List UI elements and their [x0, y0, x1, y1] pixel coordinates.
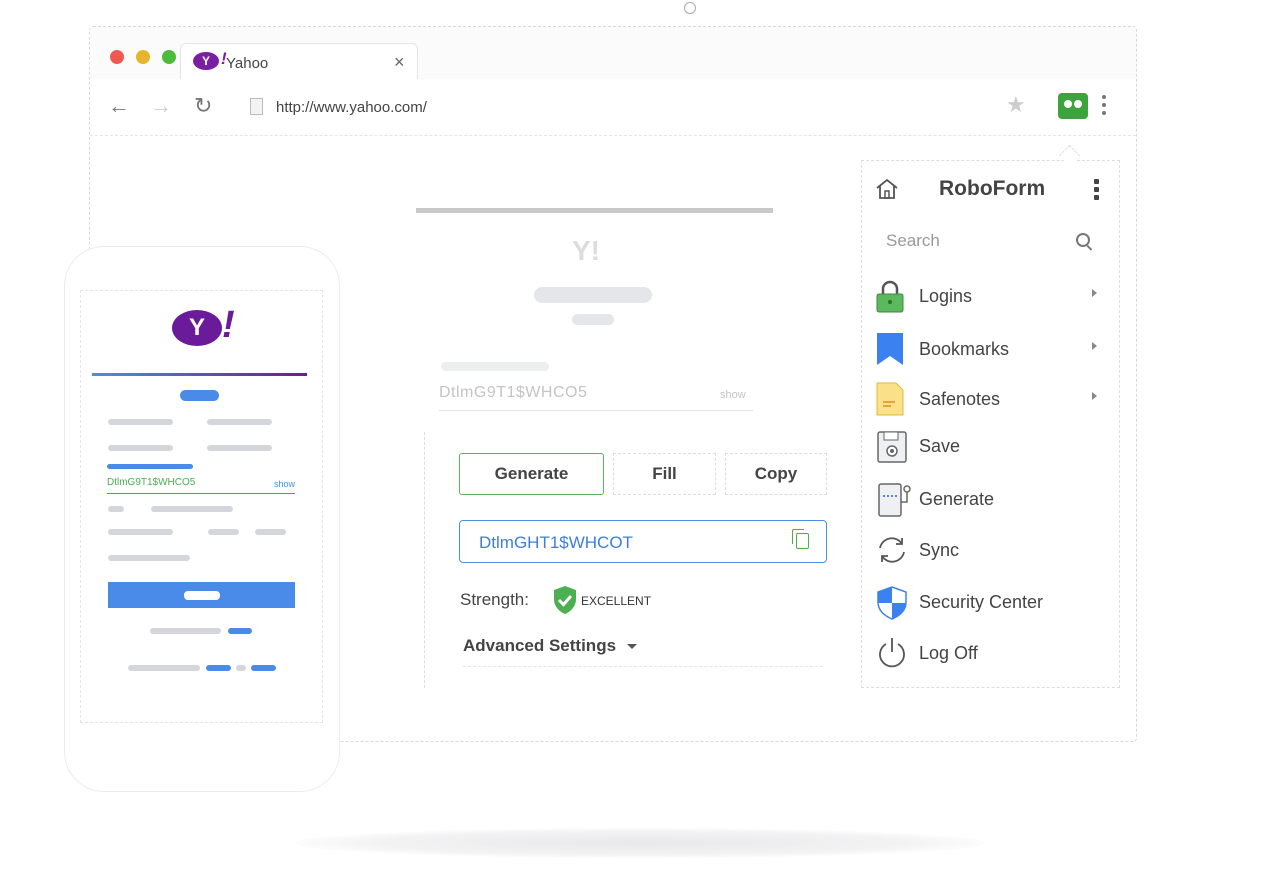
roboform-item-label: Sync [919, 540, 960, 560]
browser-toolbar: ← → ↻ http://www.yahoo.com/ ★ [90, 79, 1136, 136]
floor-shadow [295, 828, 985, 858]
copy-button[interactable]: Copy [725, 453, 827, 495]
bookmark-icon [877, 333, 903, 365]
address-bar[interactable]: http://www.yahoo.com/ [238, 89, 1028, 125]
phone-placeholder-line [207, 445, 272, 451]
chevron-right-icon [1092, 289, 1097, 297]
generated-password-field[interactable]: DtlmGHT1$WHCOT [459, 520, 827, 563]
roboform-item-safenotes[interactable]: Safenotes [875, 380, 1105, 420]
phone-placeholder-line [108, 555, 190, 561]
roboform-item-security-center[interactable]: Security Center [875, 583, 1105, 623]
roboform-search-input[interactable]: Search [886, 231, 940, 251]
padlock-icon [876, 280, 904, 313]
phone-field-underline [107, 493, 295, 494]
tab-close-icon[interactable]: × [394, 52, 405, 73]
floppy-disk-icon [877, 431, 907, 463]
roboform-item-label: Log Off [919, 643, 978, 663]
roboform-extension-icon[interactable] [1058, 93, 1088, 119]
caret-down-icon [626, 644, 637, 650]
home-icon[interactable] [874, 177, 900, 206]
window-ring-ornament [684, 2, 696, 14]
roboform-title: RoboForm [939, 177, 1046, 200]
placeholder-subheading [572, 314, 614, 325]
phone-placeholder-line [208, 529, 239, 535]
back-arrow-icon[interactable]: ← [108, 93, 130, 119]
tab-title: Yahoo [226, 55, 269, 72]
fill-button[interactable]: Fill [613, 453, 716, 495]
forward-arrow-icon[interactable]: → [150, 93, 172, 119]
placeholder-field-label [441, 362, 549, 371]
bookmark-star-icon[interactable]: ★ [1006, 92, 1026, 118]
roboform-item-label: Bookmarks [919, 339, 1010, 359]
phone-yahoo-logo-icon: Y [172, 310, 222, 346]
roboform-item-generate[interactable]: Generate [875, 480, 1105, 520]
phone-link-pill[interactable] [206, 665, 231, 671]
minimize-window-button[interactable] [136, 50, 150, 64]
yahoo-logo-faded: Y! [572, 235, 600, 266]
power-icon [879, 638, 905, 668]
maximize-window-button[interactable] [162, 50, 176, 64]
roboform-item-logins[interactable]: Logins [875, 277, 1105, 317]
phone-placeholder-line [236, 665, 246, 671]
browser-titlebar: Y ! Yahoo × [90, 27, 1136, 81]
advanced-settings-label: Advanced Settings [463, 636, 617, 655]
chevron-right-icon [1092, 392, 1097, 400]
advanced-settings-divider [463, 666, 823, 668]
roboform-options-icon[interactable] [1094, 179, 1099, 203]
phone-placeholder-line [108, 506, 124, 512]
strength-label: Strength: [460, 590, 529, 609]
placeholder-heading [534, 287, 652, 303]
reload-icon[interactable]: ↻ [194, 93, 212, 119]
page-password-value: DtlmG9T1$WHCO5 [439, 384, 588, 401]
phone-placeholder-line [207, 419, 272, 425]
search-icon[interactable] [1076, 233, 1090, 247]
roboform-item-log-off[interactable]: Log Off [875, 634, 1105, 674]
chevron-right-icon [1092, 342, 1097, 350]
phone-placeholder-line [255, 529, 286, 535]
phone-link-pill[interactable] [251, 665, 276, 671]
shield-icon [877, 586, 907, 620]
yahoo-favicon-icon: Y [193, 52, 219, 70]
roboform-item-label: Generate [919, 489, 995, 509]
roboform-item-save[interactable]: Save [875, 427, 1105, 467]
phone-signin-button[interactable] [108, 582, 295, 608]
phone-field-label-bar [107, 464, 193, 469]
close-window-button[interactable] [110, 50, 124, 64]
note-icon [876, 382, 904, 416]
browser-tab-yahoo[interactable]: Y ! Yahoo × [180, 43, 418, 81]
advanced-settings-toggle[interactable]: Advanced Settings [463, 636, 637, 656]
strength-shield-icon [553, 585, 577, 620]
page-header-bar [416, 208, 773, 213]
phone-placeholder-pill [180, 390, 219, 401]
roboform-item-label: Safenotes [919, 389, 1001, 409]
phone-password-value: DtlmG9T1$WHCO5 [107, 477, 196, 488]
phone-show-link[interactable]: show [274, 479, 295, 489]
roboform-item-label: Security Center [919, 592, 1044, 612]
phone-yahoo-logo-mark: ! [222, 304, 235, 346]
phone-placeholder-line [108, 529, 173, 535]
phone-header-bar [92, 373, 307, 376]
phone-placeholder-line [108, 419, 173, 425]
phone-placeholder-line [151, 506, 233, 512]
generated-password-value: DtlmGHT1$WHCOT [479, 533, 633, 552]
strength-value: EXCELLENT [581, 594, 652, 608]
copy-to-clipboard-icon[interactable] [792, 529, 809, 549]
address-url[interactable]: http://www.yahoo.com/ [276, 99, 427, 116]
phone-placeholder-line [128, 665, 200, 671]
sync-icon [879, 537, 905, 563]
generate-button[interactable]: Generate [459, 453, 604, 495]
phone-placeholder-line [108, 445, 173, 451]
roboform-item-sync[interactable]: Sync [875, 531, 1105, 571]
page-document-icon [250, 98, 263, 115]
phone-placeholder-line [150, 628, 221, 634]
roboform-item-label: Save [919, 436, 961, 456]
browser-menu-icon[interactable] [1102, 95, 1106, 119]
password-generator-icon [878, 483, 911, 517]
page-password-field[interactable]: DtlmG9T1$WHCO5 show [439, 378, 753, 411]
roboform-item-bookmarks[interactable]: Bookmarks [875, 330, 1105, 370]
roboform-item-label: Logins [919, 286, 973, 306]
phone-link-pill[interactable] [228, 628, 252, 634]
page-password-show-link[interactable]: show [720, 389, 746, 401]
